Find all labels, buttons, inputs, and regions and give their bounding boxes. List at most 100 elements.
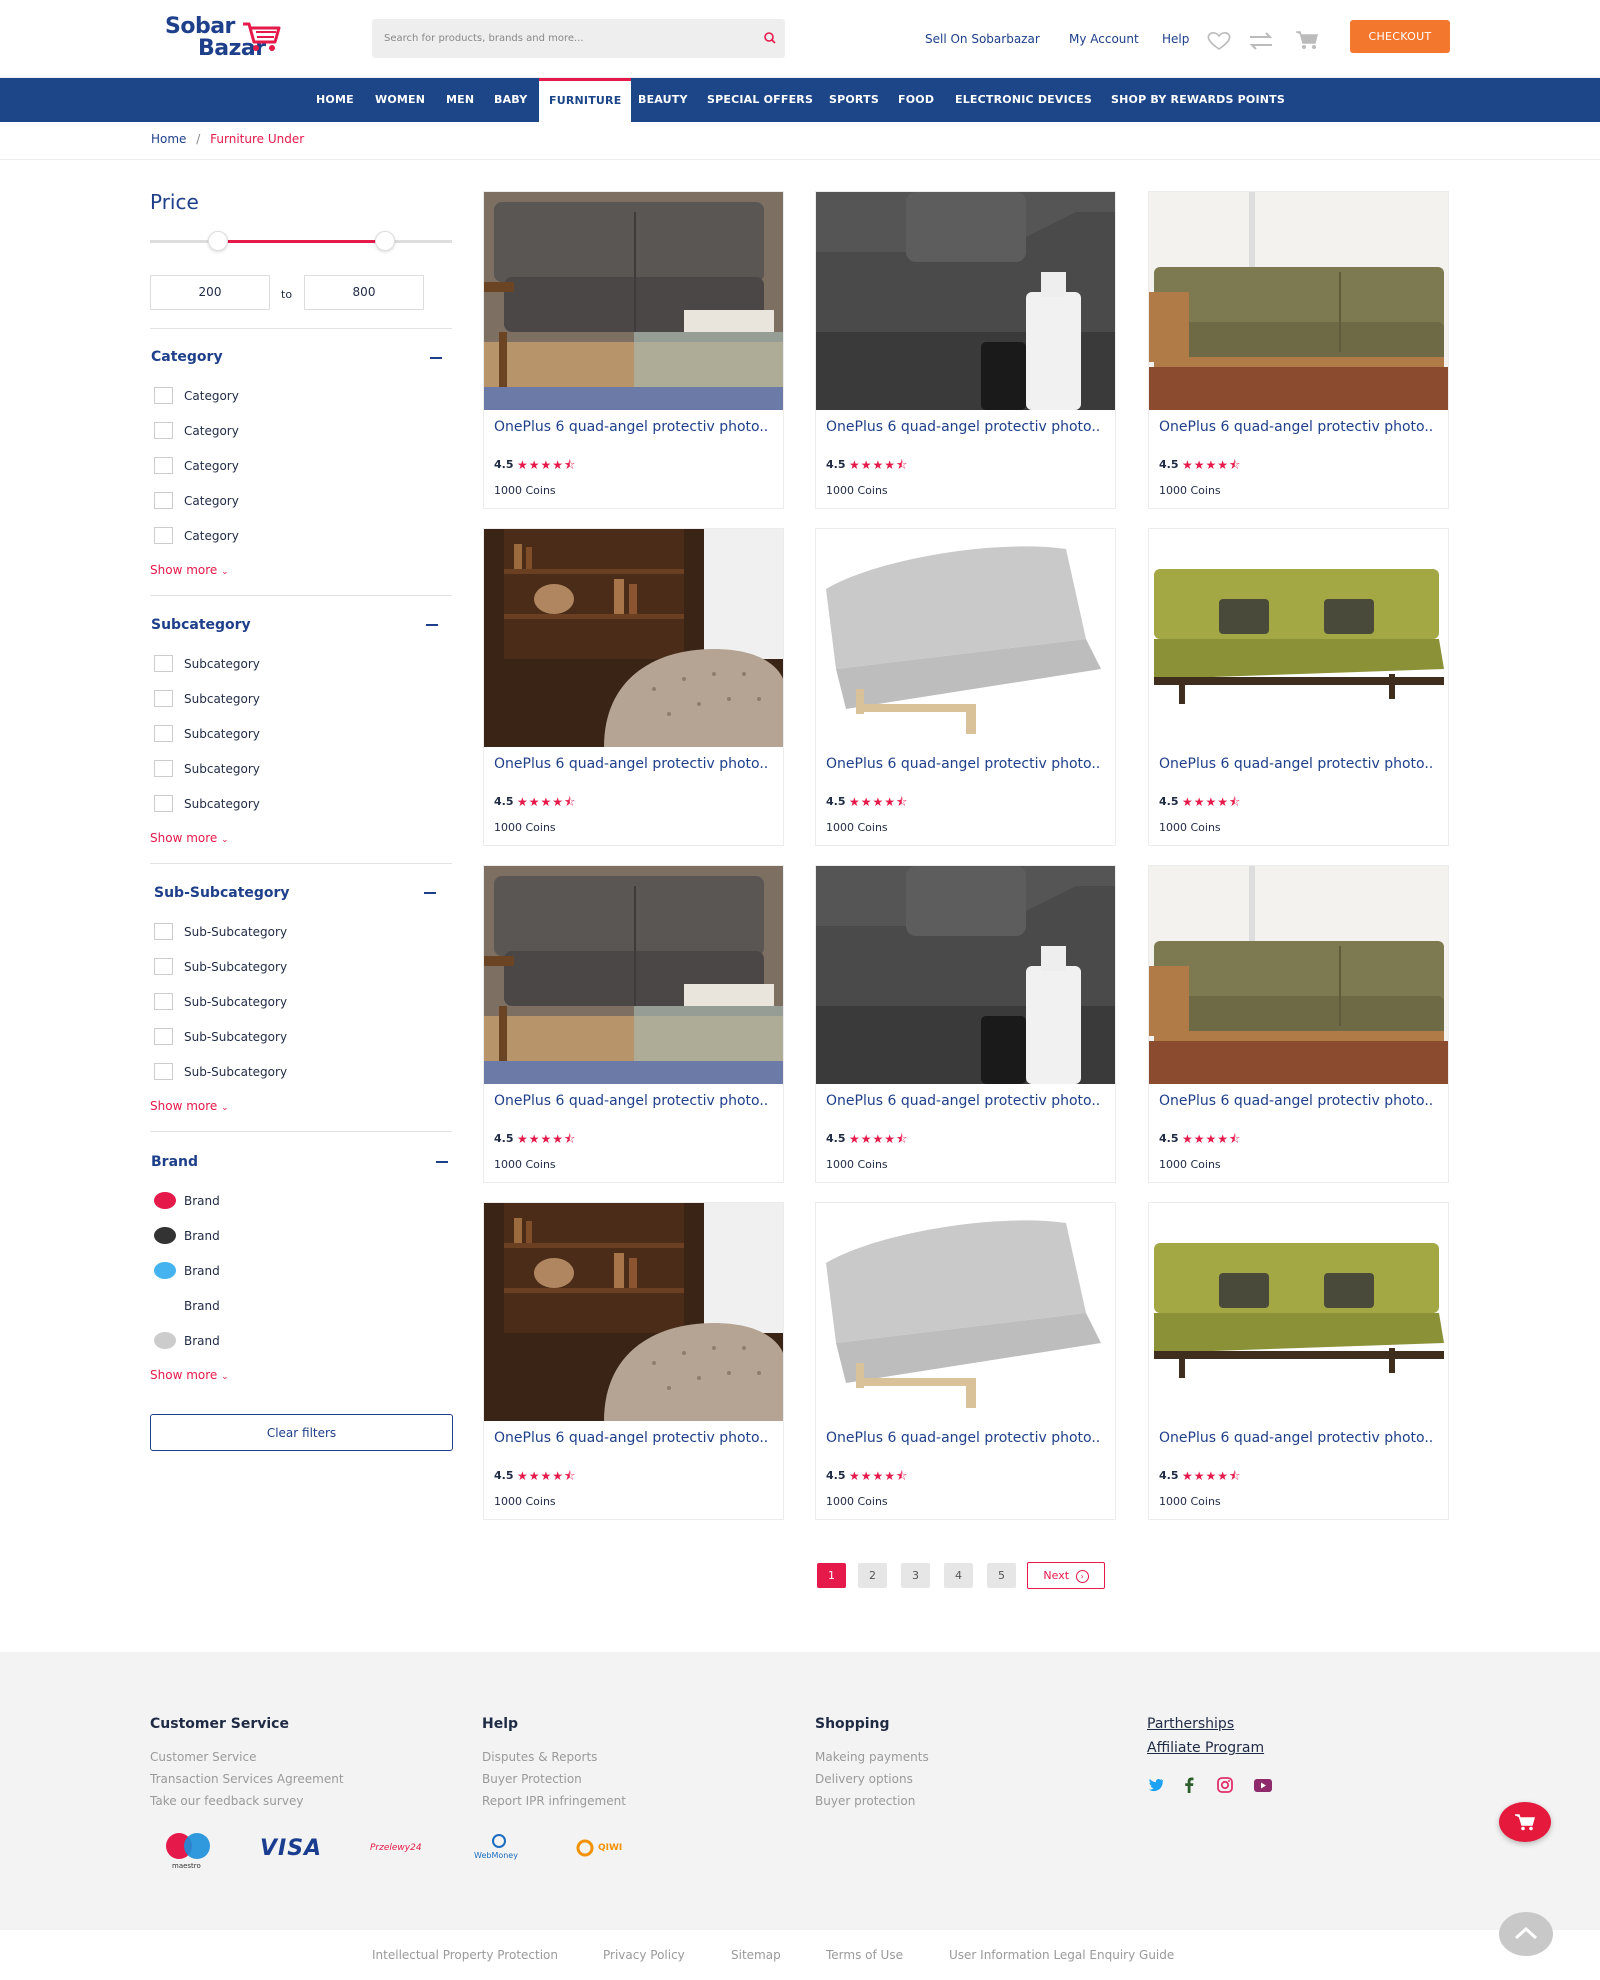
clear-filters-button[interactable]: Clear filters — [150, 1414, 453, 1451]
product-image[interactable] — [816, 866, 1115, 1084]
product-image[interactable] — [484, 1203, 783, 1421]
product-name[interactable]: OnePlus 6 quad-angel protectiv photo.. — [1159, 755, 1439, 774]
product-name[interactable]: OnePlus 6 quad-angel protectiv photo.. — [494, 1092, 774, 1111]
product-name[interactable]: OnePlus 6 quad-angel protectiv photo.. — [1159, 1092, 1439, 1111]
brand-color-swatch[interactable] — [154, 1297, 176, 1314]
collapse-minus-icon[interactable] — [424, 892, 436, 894]
footer-link[interactable]: Buyer protection — [815, 1794, 915, 1808]
help-link[interactable]: Help — [1162, 32, 1189, 46]
bottom-link[interactable]: Intellectual Property Protection — [372, 1948, 558, 1962]
footer-link[interactable]: Transaction Services Agreement — [150, 1772, 344, 1786]
my-account-link[interactable]: My Account — [1069, 32, 1139, 46]
checkbox[interactable] — [154, 422, 173, 439]
instagram-icon[interactable] — [1217, 1777, 1233, 1793]
brand-color-swatch[interactable] — [154, 1332, 176, 1349]
nav-item-electronic-devices[interactable]: ELECTRONIC DEVICES — [955, 78, 1092, 122]
product-image[interactable] — [484, 529, 783, 747]
product-name[interactable]: OnePlus 6 quad-angel protectiv photo.. — [826, 1092, 1106, 1111]
product-image[interactable] — [816, 529, 1115, 747]
category-filter-title[interactable]: Category — [151, 349, 223, 365]
site-logo[interactable]: Sobar Bazar — [163, 14, 293, 64]
brand-color-swatch[interactable] — [154, 1192, 176, 1209]
product-card[interactable]: OnePlus 6 quad-angel protectiv photo.. 4.… — [1148, 865, 1449, 1183]
footer-link[interactable]: Buyer Protection — [482, 1772, 582, 1786]
youtube-icon[interactable] — [1254, 1779, 1272, 1792]
scroll-to-top-button[interactable] — [1499, 1912, 1553, 1956]
checkbox[interactable] — [154, 1028, 173, 1045]
product-name[interactable]: OnePlus 6 quad-angel protectiv photo.. — [494, 418, 774, 437]
product-image[interactable] — [484, 192, 783, 410]
checkbox[interactable] — [154, 725, 173, 742]
subcategory-filter-title[interactable]: Subcategory — [151, 617, 251, 633]
twitter-icon[interactable] — [1148, 1778, 1164, 1792]
product-card[interactable]: OnePlus 6 quad-angel protectiv photo.. 4.… — [815, 1202, 1116, 1520]
bottom-link[interactable]: Privacy Policy — [603, 1948, 685, 1962]
footer-link[interactable]: Take our feedback survey — [150, 1794, 303, 1808]
checkbox[interactable] — [154, 993, 173, 1010]
nav-item-food[interactable]: FOOD — [898, 78, 934, 122]
product-card[interactable]: OnePlus 6 quad-angel protectiv photo.. 4.… — [483, 865, 784, 1183]
product-card[interactable]: OnePlus 6 quad-angel protectiv photo.. 4.… — [815, 528, 1116, 846]
subsubcategory-filter-title[interactable]: Sub-Subcategory — [154, 885, 290, 901]
price-max-input[interactable]: 800 — [304, 275, 424, 310]
checkout-button[interactable]: CHECKOUT — [1350, 20, 1450, 53]
product-card[interactable]: OnePlus 6 quad-angel protectiv photo.. 4.… — [1148, 191, 1449, 509]
page-button[interactable]: 3 — [901, 1563, 930, 1588]
product-card[interactable]: OnePlus 6 quad-angel protectiv photo.. 4.… — [1148, 528, 1449, 846]
product-name[interactable]: OnePlus 6 quad-angel protectiv photo.. — [1159, 1429, 1439, 1448]
subcategory-show-more[interactable]: Show more ⌄ — [150, 831, 229, 845]
brand-color-swatch[interactable] — [154, 1262, 176, 1279]
product-card[interactable]: OnePlus 6 quad-angel protectiv photo.. 4.… — [483, 1202, 784, 1520]
nav-item-special-offers[interactable]: SPECIAL OFFERS — [707, 78, 813, 122]
sell-on-link[interactable]: Sell On Sobarbazar — [925, 32, 1040, 46]
checkbox[interactable] — [154, 690, 173, 707]
product-image[interactable] — [1149, 866, 1448, 1084]
brand-filter-title[interactable]: Brand — [151, 1154, 198, 1170]
footer-link[interactable]: Report IPR infringement — [482, 1794, 626, 1808]
product-name[interactable]: OnePlus 6 quad-angel protectiv photo.. — [826, 418, 1106, 437]
nav-item-sports[interactable]: SPORTS — [829, 78, 879, 122]
category-show-more[interactable]: Show more ⌄ — [150, 563, 229, 577]
product-name[interactable]: OnePlus 6 quad-angel protectiv photo.. — [494, 755, 774, 774]
facebook-icon[interactable] — [1184, 1777, 1194, 1793]
checkbox[interactable] — [154, 760, 173, 777]
search-icon[interactable] — [763, 31, 777, 45]
checkbox[interactable] — [154, 655, 173, 672]
footer-link[interactable]: Makeing payments — [815, 1750, 929, 1764]
product-card[interactable]: OnePlus 6 quad-angel protectiv photo.. 4.… — [483, 528, 784, 846]
nav-item-home[interactable]: HOME — [316, 78, 354, 122]
product-name[interactable]: OnePlus 6 quad-angel protectiv photo.. — [826, 755, 1106, 774]
footer-link[interactable]: Customer Service — [150, 1750, 256, 1764]
nav-item-beauty[interactable]: BEAUTY — [638, 78, 688, 122]
collapse-minus-icon[interactable] — [430, 357, 442, 359]
product-card[interactable]: OnePlus 6 quad-angel protectiv photo.. 4.… — [815, 191, 1116, 509]
page-button[interactable]: 2 — [858, 1563, 887, 1588]
product-image[interactable] — [1149, 529, 1448, 747]
checkbox[interactable] — [154, 1063, 173, 1080]
product-card[interactable]: OnePlus 6 quad-angel protectiv photo.. 4.… — [1148, 1202, 1449, 1520]
floating-cart-button[interactable] — [1499, 1802, 1551, 1842]
bottom-link[interactable]: Sitemap — [731, 1948, 781, 1962]
product-name[interactable]: OnePlus 6 quad-angel protectiv photo.. — [826, 1429, 1106, 1448]
price-slider-max-handle[interactable] — [375, 231, 395, 251]
product-image[interactable] — [484, 866, 783, 1084]
nav-item-shop-by-rewards[interactable]: SHOP BY REWARDS POINTS — [1111, 78, 1285, 122]
checkbox[interactable] — [154, 457, 173, 474]
brand-color-swatch[interactable] — [154, 1227, 176, 1244]
partnerships-link[interactable]: Partherships — [1147, 1716, 1234, 1732]
next-page-button[interactable]: Next › — [1027, 1562, 1105, 1589]
nav-item-women[interactable]: WOMEN — [375, 78, 425, 122]
affiliate-program-link[interactable]: Affiliate Program — [1147, 1740, 1264, 1756]
cart-icon[interactable] — [1295, 30, 1319, 50]
breadcrumb-home[interactable]: Home — [151, 132, 186, 146]
checkbox[interactable] — [154, 387, 173, 404]
checkbox[interactable] — [154, 923, 173, 940]
bottom-link[interactable]: Terms of Use — [826, 1948, 903, 1962]
checkbox[interactable] — [154, 958, 173, 975]
checkbox[interactable] — [154, 795, 173, 812]
product-card[interactable]: OnePlus 6 quad-angel protectiv photo.. 4.… — [483, 191, 784, 509]
product-card[interactable]: OnePlus 6 quad-angel protectiv photo.. 4.… — [815, 865, 1116, 1183]
product-name[interactable]: OnePlus 6 quad-angel protectiv photo.. — [1159, 418, 1439, 437]
heart-icon[interactable] — [1206, 31, 1232, 51]
product-image[interactable] — [816, 1203, 1115, 1421]
